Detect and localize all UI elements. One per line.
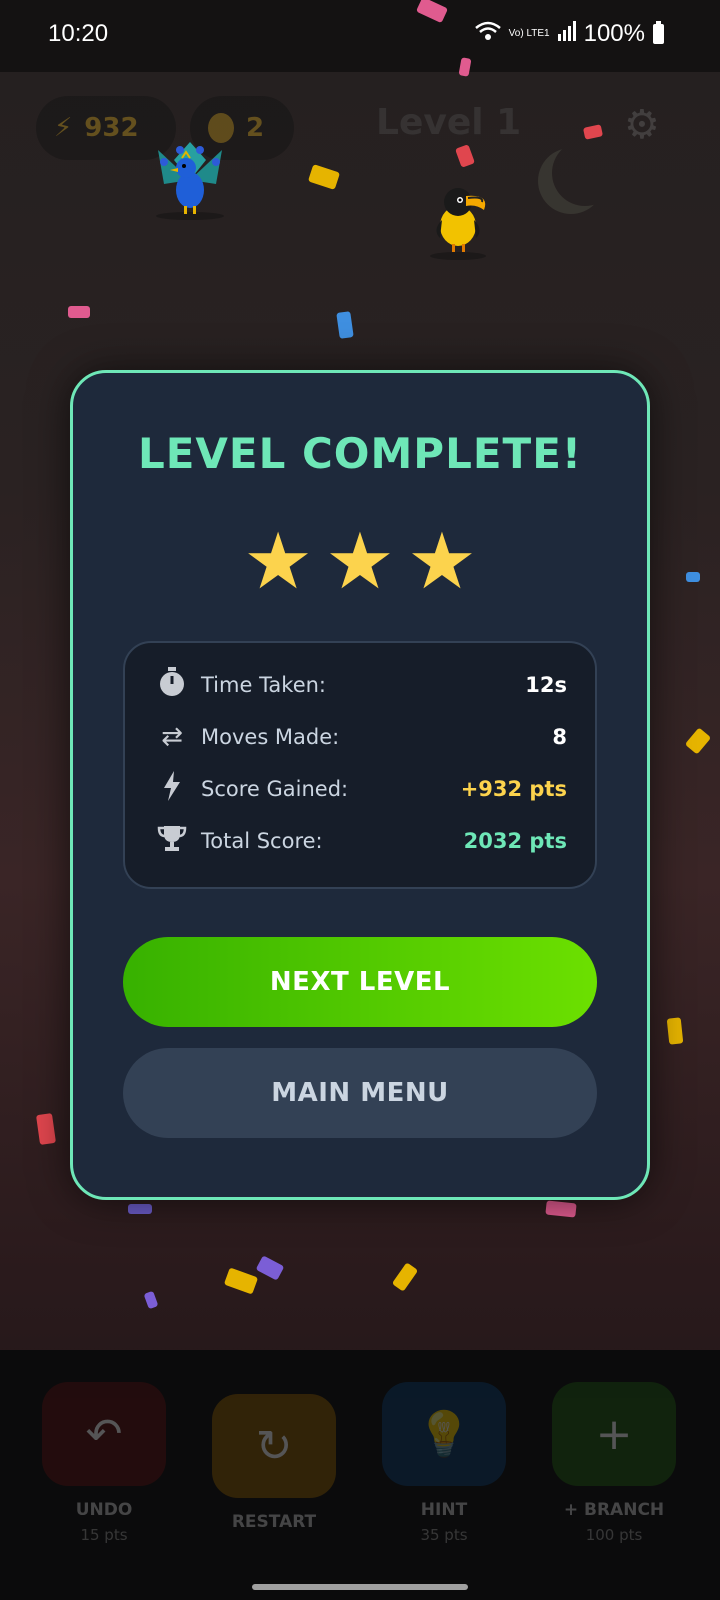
stat-value: 2032 pts: [463, 829, 567, 853]
stat-total-score: Total Score: 2032 pts: [155, 821, 567, 861]
restart-label: RESTART: [231, 1512, 317, 1532]
undo-label: UNDO: [75, 1500, 133, 1520]
confetti: [458, 57, 472, 77]
stat-score-gained: Score Gained: +932 pts: [155, 769, 567, 809]
star-rating: ★ ★ ★: [73, 523, 647, 601]
confetti: [391, 1262, 419, 1292]
hint-label: HINT: [420, 1500, 468, 1520]
confetti: [255, 1255, 285, 1281]
hint-button[interactable]: 💡 HINT 35 pts: [382, 1382, 506, 1544]
swap-arrows-icon: ⇄: [161, 722, 183, 752]
battery-icon: [653, 21, 664, 44]
stat-label: Score Gained:: [201, 777, 349, 801]
status-time: 10:20: [48, 20, 109, 47]
main-menu-button[interactable]: MAIN MENU: [123, 1048, 597, 1138]
stat-value: 8: [552, 725, 567, 749]
stat-label: Total Score:: [201, 829, 323, 853]
lightning-icon: [155, 770, 189, 808]
confetti: [686, 572, 700, 582]
energy-value: 932: [84, 113, 139, 143]
undo-cost: 15 pts: [80, 1526, 128, 1544]
star-icon: ★: [406, 517, 477, 607]
hint-cost: 35 pts: [420, 1526, 468, 1544]
confetti: [35, 1113, 57, 1145]
restart-icon: ↻: [212, 1394, 336, 1498]
confetti: [545, 1200, 577, 1218]
level-complete-dialog: LEVEL COMPLETE! ★ ★ ★ Time Taken: 12s ⇄ …: [70, 370, 650, 1200]
toucan-bird: [428, 180, 494, 264]
stat-value: 12s: [525, 673, 567, 697]
battery-percent: 100%: [583, 20, 645, 47]
coin-value: 2: [246, 113, 265, 143]
coin-icon: [208, 113, 234, 143]
status-icons: Vo) LTE1 100%: [474, 20, 664, 48]
add-branch-button[interactable]: + + BRANCH 100 pts: [552, 1382, 676, 1544]
restart-button[interactable]: ↻ RESTART: [212, 1394, 336, 1532]
stat-moves: ⇄ Moves Made: 8: [155, 717, 567, 757]
home-indicator[interactable]: [252, 1584, 468, 1590]
stopwatch-icon: [155, 666, 189, 704]
star-icon: ★: [325, 517, 395, 607]
signal-icon: [557, 20, 576, 48]
confetti: [336, 311, 354, 339]
branch-label: + BRANCH: [563, 1500, 665, 1520]
wifi-icon: [474, 20, 501, 48]
star-icon: ★: [243, 517, 314, 607]
next-level-button[interactable]: NEXT LEVEL: [123, 937, 597, 1027]
lightning-icon: ⚡: [54, 113, 73, 143]
peacock-bird: [150, 140, 230, 224]
confetti: [68, 306, 90, 318]
confetti: [666, 1017, 684, 1045]
branch-cost: 100 pts: [585, 1526, 643, 1544]
confetti: [684, 727, 712, 755]
undo-icon: ↶: [42, 1382, 166, 1486]
bottom-toolbar: ↶ UNDO 15 pts ↻ RESTART 💡 HINT 35 pts + …: [0, 1350, 720, 1600]
level-title: Level 1: [376, 102, 522, 143]
network-label: Vo) LTE1: [508, 28, 550, 39]
lightbulb-icon: 💡: [382, 1382, 506, 1486]
trophy-icon: [155, 824, 189, 859]
status-bar: 10:20 Vo) LTE1 100%: [0, 0, 720, 72]
stat-time: Time Taken: 12s: [155, 665, 567, 705]
gear-icon[interactable]: ⚙: [624, 102, 660, 148]
plus-icon: +: [552, 1382, 676, 1486]
stat-label: Moves Made:: [201, 725, 340, 749]
stat-label: Time Taken:: [201, 673, 327, 697]
confetti: [128, 1204, 152, 1214]
dialog-title: LEVEL COMPLETE!: [137, 429, 583, 478]
stat-value: +932 pts: [460, 777, 567, 801]
confetti: [223, 1267, 259, 1295]
moon-icon: [552, 140, 618, 206]
confetti: [143, 1290, 159, 1310]
stats-panel: Time Taken: 12s ⇄ Moves Made: 8 Score Ga…: [123, 641, 597, 889]
undo-button[interactable]: ↶ UNDO 15 pts: [42, 1382, 166, 1544]
